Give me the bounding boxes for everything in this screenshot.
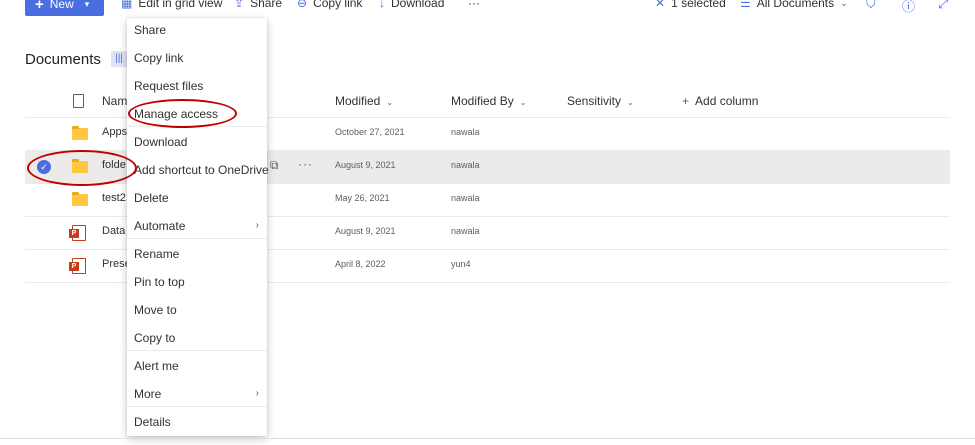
menu-item-delete[interactable]: Delete: [127, 184, 267, 212]
menu-item-pin-to-top[interactable]: Pin to top: [127, 268, 267, 296]
selected-count: 1 selected: [671, 0, 726, 10]
chevron-down-icon: ⌄: [627, 98, 634, 107]
file-type-icon[interactable]: [73, 94, 84, 108]
chevron-down-icon: ⌄: [386, 98, 394, 107]
row-modified: May 26, 2021: [335, 193, 390, 203]
expand-icon[interactable]: ⤢: [938, 0, 948, 12]
edit-grid-button[interactable]: ▦ Edit in grid view: [121, 0, 222, 10]
more-actions-icon[interactable]: ···: [298, 157, 313, 171]
filter-icon[interactable]: ⛉: [866, 0, 876, 12]
menu-item-copy-link[interactable]: Copy link: [127, 44, 267, 72]
menu-item-more[interactable]: More ›: [127, 380, 267, 408]
chevron-down-icon: ⌄: [519, 98, 527, 107]
view-switcher[interactable]: ☰ All Documents ⌄: [740, 0, 848, 10]
menu-item-add-shortcut[interactable]: Add shortcut to OneDrive: [127, 156, 269, 184]
more-commands-label: ···: [468, 0, 480, 10]
menu-item-download[interactable]: Download: [127, 128, 267, 156]
checkmark-icon[interactable]: ✓: [37, 160, 51, 174]
row-modified: October 27, 2021: [335, 127, 405, 137]
copy-link-label: Copy link: [313, 0, 363, 10]
add-column-label: Add column: [695, 94, 759, 108]
menu-divider: [127, 238, 267, 239]
row-modified-by: nawala: [451, 193, 480, 203]
column-header-sensitivity[interactable]: Sensitivity ⌄: [567, 94, 634, 108]
row-name[interactable]: test2: [102, 192, 126, 204]
column-modified-label: Modified: [335, 94, 381, 108]
download-label: Download: [391, 0, 445, 10]
new-button-label: New: [49, 0, 74, 11]
row-modified-by: nawala: [451, 127, 480, 137]
chevron-right-icon: ›: [255, 388, 259, 399]
copy-link-button[interactable]: ⊖ Copy link: [297, 0, 362, 10]
edit-grid-label: Edit in grid view: [138, 0, 223, 10]
column-sensitivity-label: Sensitivity: [567, 94, 622, 108]
share-icon: ⇪: [234, 0, 245, 10]
row-name[interactable]: Data: [102, 225, 125, 237]
folder-icon: [72, 159, 88, 173]
powerpoint-icon: [69, 225, 86, 241]
menu-item-details[interactable]: Details: [127, 408, 267, 436]
share-label: Share: [250, 0, 283, 10]
row-modified-by: yun4: [451, 259, 471, 269]
context-menu: Share Copy link Request files Manage acc…: [127, 16, 269, 436]
row-modified: August 9, 2021: [335, 160, 396, 170]
plus-icon: +: [35, 0, 44, 13]
plus-icon: +: [682, 94, 690, 108]
menu-item-automate-label: Automate: [134, 219, 186, 233]
share-row-icon[interactable]: ⧉: [270, 158, 279, 173]
chevron-down-icon: ▾: [84, 0, 90, 9]
row-modified-by: nawala: [451, 226, 480, 236]
folder-icon: [72, 192, 88, 206]
grid-icon: ▦: [121, 0, 133, 10]
row-modified-by: nawala: [451, 160, 480, 170]
menu-item-more-label: More: [134, 387, 162, 401]
menu-divider: [127, 126, 267, 127]
chevron-right-icon: ›: [255, 220, 259, 231]
page-title: Documents: [25, 51, 101, 68]
menu-item-request-files[interactable]: Request files: [127, 72, 267, 100]
row-name[interactable]: folde: [102, 159, 126, 171]
new-button[interactable]: + New ▾: [25, 0, 104, 16]
view-label: All Documents: [756, 0, 835, 10]
clear-selection-button[interactable]: ✕ 1 selected: [655, 0, 726, 10]
menu-item-copy-to[interactable]: Copy to: [127, 324, 267, 352]
menu-item-rename[interactable]: Rename: [127, 240, 267, 268]
menu-divider: [127, 406, 267, 407]
download-icon: ↓: [379, 0, 385, 10]
page-divider: [0, 438, 975, 439]
more-commands-button[interactable]: ···: [468, 0, 480, 10]
row-name[interactable]: Apps: [102, 126, 127, 138]
download-button[interactable]: ↓ Download: [379, 0, 444, 10]
menu-divider: [127, 350, 267, 351]
menu-item-share[interactable]: Share: [127, 16, 267, 44]
menu-item-move-to[interactable]: Move to: [127, 296, 267, 324]
chevron-down-icon: ⌄: [840, 0, 848, 8]
link-icon: ⊖: [297, 0, 308, 10]
column-header-modified[interactable]: Modified ⌄: [335, 94, 393, 108]
info-icon[interactable]: ⓘ: [902, 0, 915, 15]
row-modified: April 8, 2022: [335, 259, 386, 269]
library-icon[interactable]: |||: [111, 51, 127, 67]
menu-item-alert-me[interactable]: Alert me: [127, 352, 267, 380]
menu-item-automate[interactable]: Automate ›: [127, 212, 267, 240]
row-modified: August 9, 2021: [335, 226, 396, 236]
add-column-button[interactable]: + Add column: [682, 94, 758, 108]
close-icon: ✕: [655, 0, 666, 10]
column-modified-by-label: Modified By: [451, 94, 514, 108]
list-view-icon: ☰: [740, 0, 751, 10]
share-button[interactable]: ⇪ Share: [234, 0, 282, 10]
column-header-modified-by[interactable]: Modified By ⌄: [451, 94, 526, 108]
folder-icon: [72, 126, 88, 140]
menu-item-manage-access[interactable]: Manage access: [127, 100, 267, 128]
powerpoint-icon: [69, 258, 86, 274]
